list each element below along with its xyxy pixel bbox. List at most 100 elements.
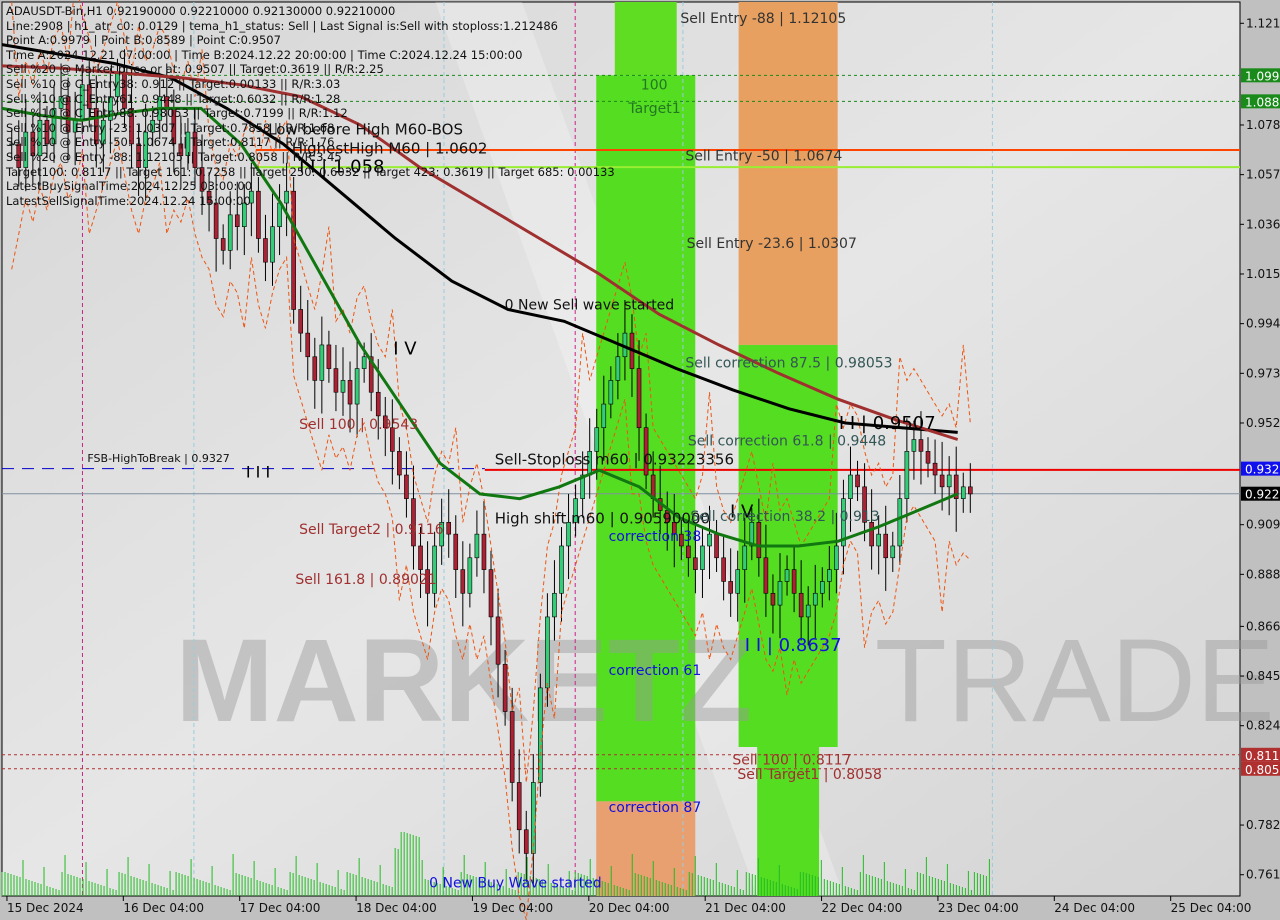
x-tick-label: 15 Dec 2024	[7, 901, 84, 915]
bull-candle	[277, 202, 282, 227]
bear-candle	[509, 711, 515, 783]
bear-candle	[516, 782, 522, 831]
bull-candle	[72, 119, 78, 133]
bull-candle	[9, 143, 15, 146]
bear-candle	[199, 167, 205, 192]
bear-candle	[869, 522, 874, 547]
x-tick-label: 25 Dec 04:00	[1171, 901, 1252, 915]
bull-candle	[340, 380, 346, 393]
price-chart[interactable]: MARKETZ TRADE Sell Entry -88 | 1.12105 100 T…	[0, 0, 1280, 920]
y-tick-label: 1.078	[1246, 118, 1280, 132]
chart-annotation-label: Low before High M60-BOS	[268, 120, 463, 138]
x-tick-label: 24 Dec 04:00	[1054, 901, 1135, 915]
bear-candle	[312, 356, 318, 381]
price-tag-label: 0.811	[1245, 749, 1279, 763]
bear-candle	[502, 663, 508, 712]
bull-candle	[911, 439, 917, 452]
x-tick-label: 17 Dec 04:00	[240, 901, 321, 915]
bull-candle	[37, 119, 43, 157]
chart-annotation-label: correction 87	[609, 800, 702, 816]
chart-annotation-label: Sell Target1 | 0.8058	[737, 767, 882, 783]
bull-candle	[834, 545, 839, 570]
price-tag-label: 0.932	[1245, 463, 1279, 477]
bear-candle	[446, 522, 452, 535]
chart-annotation-label: Sell 161.8 | 0.89021	[295, 572, 436, 588]
bear-candle	[178, 143, 184, 157]
bear-candle	[213, 202, 219, 239]
bear-candle	[686, 545, 691, 559]
bull-candle	[249, 190, 254, 204]
bear-candle	[164, 96, 170, 109]
bear-candle	[298, 309, 304, 334]
watermark-left: MARKETZ	[175, 615, 752, 747]
bull-candle	[23, 131, 29, 168]
bull-candle	[284, 190, 289, 204]
bull-candle	[812, 592, 818, 606]
chart-annotation-label: correction 38	[609, 529, 702, 545]
chart-annotation-label: Sell 100 | 0.9543	[299, 417, 418, 433]
bull-candle	[784, 569, 790, 582]
watermark-right: TRADE	[875, 615, 1275, 747]
bull-candle	[79, 84, 85, 121]
bear-candle	[129, 108, 134, 145]
y-tick-label: 1.121	[1246, 16, 1280, 30]
bear-candle	[460, 569, 466, 594]
bear-candle	[326, 344, 332, 369]
bull-candle	[51, 108, 57, 145]
x-tick-label: 19 Dec 04:00	[472, 901, 553, 915]
y-tick-label: 0.909	[1246, 518, 1280, 532]
bear-candle	[347, 380, 353, 405]
bear-candle	[263, 238, 268, 263]
bull-candle	[615, 356, 621, 381]
chart-annotation-label: Sell correction 87.5 | 0.98053	[685, 355, 892, 371]
chart-annotation-label: I V	[393, 338, 417, 359]
bear-candle	[636, 368, 642, 429]
bull-candle	[319, 344, 325, 381]
price-tag-label: 0.805	[1245, 763, 1279, 777]
bear-candle	[65, 96, 71, 133]
bull-candle	[700, 545, 705, 570]
bull-candle	[354, 368, 360, 405]
chart-annotation-label: 0 New Sell wave started	[505, 297, 675, 313]
bear-candle	[855, 474, 860, 488]
bear-candle	[481, 533, 487, 570]
price-tag-label: 0.922	[1245, 488, 1279, 502]
chart-annotation-label: Sell Entry -88 | 1.12105	[680, 11, 846, 27]
chart-annotation-label: High shift m60 | 0.90590000	[495, 510, 710, 528]
bear-candle	[136, 143, 141, 168]
bear-candle	[291, 190, 296, 310]
bull-candle	[707, 533, 712, 547]
bear-candle	[375, 391, 381, 417]
bear-candle	[968, 486, 973, 495]
bear-candle	[86, 84, 92, 109]
chart-annotation-label: Sell-Stoploss m60 | 0.93223356	[495, 450, 734, 468]
x-tick-label: 23 Dec 04:00	[938, 901, 1019, 915]
bear-candle	[333, 368, 339, 393]
x-tick-label: 22 Dec 04:00	[822, 901, 903, 915]
bull-candle	[897, 498, 903, 547]
bear-candle	[883, 533, 889, 559]
bull-candle	[742, 545, 748, 570]
x-tick-label: 20 Dec 04:00	[589, 901, 670, 915]
chart-annotation-label: I I | 0.8637	[745, 635, 842, 656]
bull-candle	[890, 545, 896, 559]
bear-candle	[770, 592, 776, 606]
bear-candle	[122, 72, 127, 109]
bear-candle	[932, 462, 938, 476]
bull-candle	[819, 581, 825, 594]
bull-candle	[946, 474, 952, 488]
chart-annotation-label: Sell Entry -23.6 | 1.0307	[687, 236, 857, 252]
bull-candle	[58, 96, 64, 109]
bear-candle	[798, 592, 804, 618]
bull-candle	[608, 380, 614, 405]
bull-candle	[805, 604, 811, 618]
bull-candle	[242, 202, 247, 227]
bear-candle	[256, 190, 261, 239]
bear-candle	[234, 214, 240, 227]
chart-annotation-label: Target1	[627, 101, 680, 117]
bull-candle	[227, 214, 233, 251]
y-tick-label: 0.994	[1246, 317, 1280, 331]
y-tick-label: 0.866	[1246, 619, 1280, 633]
bull-candle	[270, 226, 275, 263]
chart-annotation-label: I I | 0.9507	[839, 413, 936, 434]
